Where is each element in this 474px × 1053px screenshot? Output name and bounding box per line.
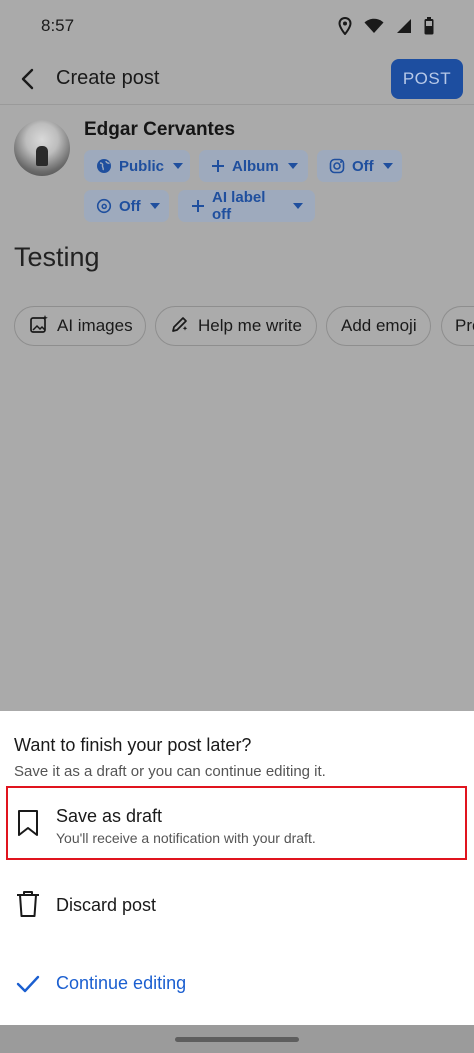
chevron-down-icon xyxy=(173,163,184,169)
threads-share-chip[interactable]: Off xyxy=(84,190,169,222)
ai-images-label: AI images xyxy=(57,316,133,335)
image-sparkle-icon xyxy=(29,314,49,339)
wifi-icon xyxy=(364,18,384,34)
post-button[interactable]: POST xyxy=(391,59,463,99)
bookmark-icon xyxy=(14,808,42,836)
instagram-share-chip[interactable]: Off xyxy=(317,150,402,182)
chevron-down-icon xyxy=(382,163,393,169)
chevron-down-icon xyxy=(149,203,160,209)
ai-label-text: AI label off xyxy=(212,189,266,223)
album-label: Album xyxy=(232,157,279,175)
save-draft-bottom-sheet: Want to finish your post later? Save it … xyxy=(0,711,474,1025)
system-nav-bar xyxy=(0,1025,474,1053)
post-text[interactable]: Testing xyxy=(14,242,100,273)
album-chip[interactable]: Album xyxy=(199,150,308,182)
pen-sparkle-icon xyxy=(170,314,190,339)
plus-icon xyxy=(190,198,205,214)
audience-selector-chip[interactable]: Public xyxy=(84,150,190,182)
save-as-draft-option[interactable]: Save as draft You'll receive a notificat… xyxy=(0,786,474,861)
add-emoji-label: Add emoji xyxy=(341,316,417,335)
add-emoji-button[interactable]: Add emoji xyxy=(326,306,431,346)
sheet-heading: Want to finish your post later? xyxy=(14,735,252,755)
create-post-screen: 8:57 Create post POST Edgar Cervantes Pu… xyxy=(0,0,474,1053)
status-bar: 8:57 xyxy=(0,0,474,52)
help-me-write-button[interactable]: Help me write xyxy=(155,306,317,346)
home-indicator[interactable] xyxy=(175,1037,299,1042)
page-title: Create post xyxy=(56,67,160,89)
instagram-label: Off xyxy=(352,157,374,175)
location-icon xyxy=(338,17,352,35)
more-suggestions-label: Pro xyxy=(455,316,474,335)
sheet-subheading: Save it as a draft or you can continue e… xyxy=(14,763,326,780)
trash-icon xyxy=(14,889,42,917)
discard-post-option[interactable]: Discard post xyxy=(0,881,474,931)
battery-icon xyxy=(424,17,434,35)
audience-label: Public xyxy=(119,157,165,175)
chevron-down-icon xyxy=(287,163,298,169)
checkmark-icon xyxy=(14,971,42,999)
continue-editing-label: Continue editing xyxy=(56,973,187,993)
globe-icon xyxy=(96,158,112,174)
threads-label: Off xyxy=(119,197,141,215)
discard-post-label: Discard post xyxy=(56,895,157,915)
more-suggestions-button[interactable]: Pro xyxy=(441,306,474,346)
continue-editing-option[interactable]: Continue editing xyxy=(0,961,474,1011)
back-arrow-icon[interactable] xyxy=(14,64,44,94)
ai-label-chip[interactable]: AI label off xyxy=(178,189,315,223)
instagram-icon xyxy=(329,158,345,174)
signal-icon xyxy=(396,18,412,34)
save-as-draft-description: You'll receive a notification with your … xyxy=(56,830,316,846)
save-as-draft-label: Save as draft xyxy=(56,806,163,826)
status-time: 8:57 xyxy=(41,16,75,35)
ai-images-button[interactable]: AI images xyxy=(14,306,146,346)
threads-icon xyxy=(96,198,112,214)
chevron-down-icon xyxy=(293,203,303,209)
user-name: Edgar Cervantes xyxy=(84,119,236,140)
help-me-write-label: Help me write xyxy=(198,316,302,335)
status-icons xyxy=(338,17,434,35)
avatar xyxy=(14,120,70,176)
plus-icon xyxy=(211,158,225,174)
app-bar: Create post POST xyxy=(0,52,474,105)
